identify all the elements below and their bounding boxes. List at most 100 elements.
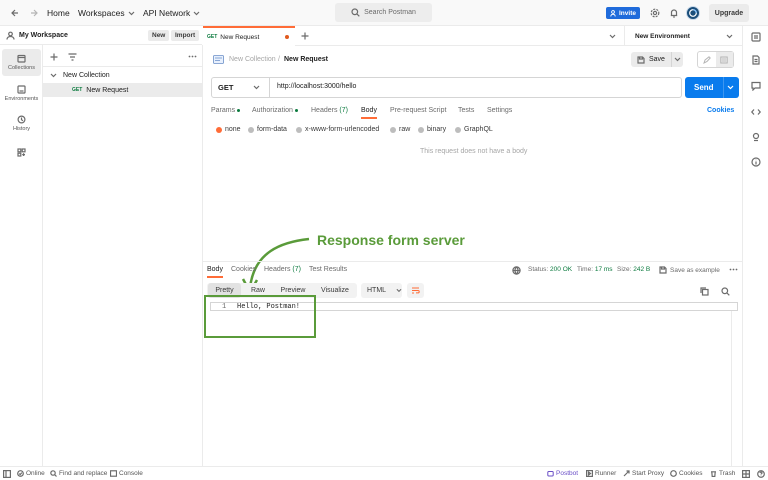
body-option-none[interactable]: none <box>216 126 241 133</box>
environment-quick-look-icon[interactable] <box>751 32 761 42</box>
toggle-sidebar-icon[interactable] <box>3 470 11 478</box>
response-scrollbar[interactable] <box>731 311 738 466</box>
body-option-label: binary <box>427 126 447 133</box>
view-mode-visualize[interactable]: Visualize <box>315 283 355 298</box>
related-collections-icon[interactable] <box>751 132 761 142</box>
trash-button[interactable]: Trash <box>710 470 735 477</box>
save-button[interactable]: Save <box>631 52 683 67</box>
edit-pencil-icon[interactable] <box>698 52 716 67</box>
chevron-down-icon <box>128 11 135 15</box>
add-icon[interactable] <box>50 53 58 61</box>
tab-new-request[interactable]: GET New Request <box>203 26 295 46</box>
save-as-example-button[interactable]: Save as example <box>659 266 720 274</box>
code-icon[interactable] <box>751 107 761 117</box>
radio-icon <box>455 126 461 133</box>
workspaces-menu[interactable]: Workspaces <box>78 8 135 18</box>
response-size: Size: 242 B <box>617 266 650 273</box>
time-value: 17 ms <box>594 266 613 273</box>
tab-pre-request-script[interactable]: Pre-request Script <box>390 107 446 114</box>
url-input[interactable]: http://localhost:3000/hello <box>277 83 356 90</box>
response-tab-headers[interactable]: Headers (7) <box>264 266 301 273</box>
body-option-raw[interactable]: raw <box>390 126 410 133</box>
copy-icon[interactable] <box>700 287 709 296</box>
tab-body[interactable]: Body <box>361 107 377 114</box>
help-icon[interactable] <box>757 470 765 478</box>
body-option-urlencoded[interactable]: x-www-form-urlencoded <box>296 126 379 133</box>
breadcrumb-collection[interactable]: New Collection <box>229 56 276 63</box>
start-proxy-button[interactable]: Start Proxy <box>623 470 664 477</box>
body-option-graphql[interactable]: GraphQL <box>455 126 493 133</box>
search-response-icon[interactable] <box>721 287 730 296</box>
search-input[interactable]: Search Postman <box>335 3 432 22</box>
collection-item[interactable]: New Collection <box>43 69 202 82</box>
response-tab-cookies[interactable]: Cookies <box>231 266 256 273</box>
response-headers-label: Headers <box>264 266 291 273</box>
upgrade-button[interactable]: Upgrade <box>709 4 749 22</box>
more-options-icon[interactable] <box>188 55 197 58</box>
cookies-button[interactable]: Cookies <box>670 470 702 477</box>
body-option-label: none <box>225 126 241 133</box>
method-label: GET <box>218 83 234 92</box>
globe-icon[interactable] <box>512 266 521 275</box>
no-body-message: This request does not have a body <box>420 148 528 155</box>
tab-params[interactable]: Params <box>211 107 241 114</box>
search-placeholder: Search Postman <box>364 9 416 16</box>
documentation-view-icon[interactable] <box>715 52 733 67</box>
annotation-caption: Response form server <box>317 232 465 248</box>
find-replace-button[interactable]: Find and replace <box>50 470 107 477</box>
body-option-binary[interactable]: binary <box>418 126 446 133</box>
tab-divider <box>624 26 625 46</box>
postbot-button[interactable]: Postbot <box>547 470 578 477</box>
response-tab-test-results[interactable]: Test Results <box>309 266 347 273</box>
comments-icon[interactable] <box>751 81 761 91</box>
response-tab-body[interactable]: Body <box>207 266 223 273</box>
wrap-lines-button[interactable] <box>407 283 424 298</box>
tabs-dropdown-icon[interactable] <box>609 33 616 40</box>
workspace-name[interactable]: My Workspace <box>19 32 68 39</box>
request-title[interactable]: New Request <box>284 56 328 63</box>
documentation-icon[interactable] <box>751 55 761 65</box>
format-selector[interactable]: HTML <box>361 283 402 298</box>
chevron-down-icon <box>253 85 260 90</box>
settings-gear-icon[interactable] <box>650 8 660 18</box>
tab-tests[interactable]: Tests <box>458 107 474 114</box>
chevron-down-icon <box>726 34 733 39</box>
rail-item-history[interactable]: History <box>2 110 41 137</box>
method-selector[interactable]: GET <box>212 78 270 97</box>
back-arrow-icon[interactable] <box>10 8 20 18</box>
url-bar: GET http://localhost:3000/hello <box>211 77 682 98</box>
new-button[interactable]: New <box>148 30 170 41</box>
request-item[interactable]: GET New Request <box>43 83 202 97</box>
annotation-highlight-box <box>204 295 316 338</box>
import-button[interactable]: Import <box>171 30 200 41</box>
add-tab-icon[interactable] <box>301 32 309 40</box>
api-network-menu[interactable]: API Network <box>143 8 200 18</box>
home-link[interactable]: Home <box>47 8 70 18</box>
tab-headers[interactable]: Headers (7) <box>311 107 348 114</box>
layout-grid-icon[interactable] <box>742 470 750 478</box>
filter-icon[interactable] <box>68 53 77 61</box>
environment-selector[interactable]: New Environment <box>629 26 739 46</box>
rail-item-environments[interactable]: Environments <box>2 80 41 107</box>
chevron-down-icon <box>50 73 57 78</box>
rail-item-collections[interactable]: Collections <box>2 49 41 76</box>
tab-settings[interactable]: Settings <box>487 107 512 114</box>
rail-item-apps[interactable] <box>2 142 41 163</box>
tab-method: GET <box>207 34 218 40</box>
runner-button[interactable]: Runner <box>586 470 616 477</box>
response-more-icon[interactable] <box>729 268 738 271</box>
info-icon[interactable] <box>751 157 761 167</box>
forward-arrow-icon[interactable] <box>29 8 39 18</box>
tab-authorization[interactable]: Authorization <box>252 107 298 114</box>
body-option-form-data[interactable]: form-data <box>248 126 287 133</box>
user-avatar[interactable] <box>686 6 700 20</box>
invite-button[interactable]: Invite <box>606 7 640 19</box>
upgrade-label: Upgrade <box>714 9 744 17</box>
send-button[interactable]: Send <box>685 77 739 98</box>
response-status: Status: 200 OK <box>528 266 572 273</box>
cookies-link[interactable]: Cookies <box>707 107 734 114</box>
notifications-bell-icon[interactable] <box>669 8 679 18</box>
right-rail <box>742 26 768 466</box>
console-button[interactable]: Console <box>110 470 143 477</box>
online-status[interactable]: Online <box>17 470 45 477</box>
